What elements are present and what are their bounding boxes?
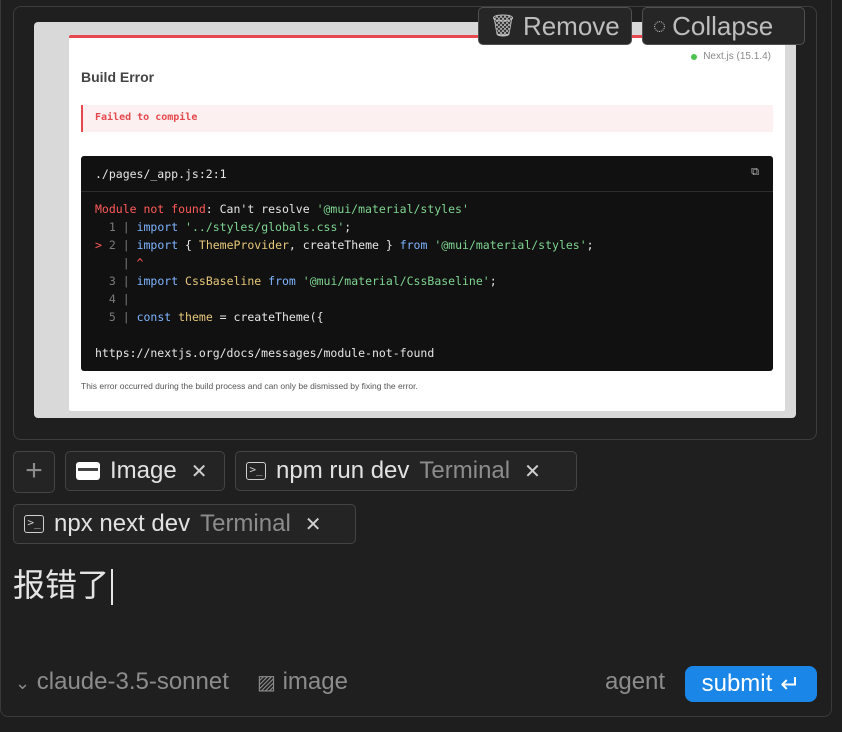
code-line: 3 | import CssBaseline from '@mui/materi… [108, 274, 497, 288]
error-title: Build Error [81, 69, 155, 85]
failed-text: Failed to compile [95, 112, 198, 123]
mode-selector[interactable]: agent [605, 668, 665, 696]
text-caret [111, 569, 114, 605]
chip-label: npm run dev [276, 457, 410, 484]
collapse-label: Collapse [672, 10, 774, 41]
code-line: 1 | import '../styles/globals.css'; [108, 220, 352, 234]
image-icon: ▨ [257, 672, 276, 694]
image-icon [76, 462, 100, 480]
error-module: '@mui/material/styles' [316, 202, 469, 216]
close-icon[interactable]: ✕ [191, 459, 208, 484]
chip-label: npx next dev [54, 510, 191, 537]
close-icon[interactable]: ✕ [524, 459, 541, 484]
collapse-button[interactable]: ◌ Collapse [642, 7, 805, 45]
submit-button[interactable]: submit ↵ [685, 666, 817, 702]
terminal-icon: >_ [246, 462, 266, 480]
code-frame: ./pages/_app.js:2:1 ⧉ Module not found: … [81, 156, 773, 371]
trash-icon: 🗑 [489, 13, 517, 38]
code-line: | ^ [95, 256, 144, 270]
close-icon[interactable]: ✕ [305, 512, 322, 537]
image-attachment-card: Build Error Next.js (15.1.4) Failed to c… [13, 6, 817, 440]
error-message: : Can't resolve [205, 202, 317, 216]
code-line: > 2 | import { ThemeProvider, createThem… [95, 238, 594, 252]
eye-off-icon: ◌ [653, 13, 667, 38]
error-line: Module not found: Can't resolve '@mui/ma… [95, 202, 469, 216]
add-context-button[interactable]: + [13, 451, 55, 493]
model-selector[interactable]: ⌄ claude-3.5-sonnet [15, 668, 229, 696]
image-label: image [282, 668, 348, 695]
message-input[interactable]: 报错了 [13, 560, 114, 606]
image-attach-button[interactable]: ▨ image [257, 668, 348, 696]
code-line: 5 | const theme = createTheme({ [108, 310, 324, 324]
version-text: Next.js (15.1.4) [703, 51, 771, 62]
build-error-page: Build Error Next.js (15.1.4) Failed to c… [69, 35, 785, 411]
message-input-value: 报错了 [13, 566, 110, 604]
context-chip-npm-run-dev[interactable]: >_ npm run dev Terminal ✕ [235, 451, 577, 491]
attached-screenshot: Build Error Next.js (15.1.4) Failed to c… [34, 22, 796, 418]
chip-label: Image [110, 457, 177, 484]
enter-key-icon: ↵ [780, 670, 801, 698]
context-chip-image[interactable]: Image ✕ [65, 451, 225, 491]
chevron-down-icon: ⌄ [15, 673, 31, 693]
failed-banner: Failed to compile [81, 105, 773, 132]
submit-label: submit [701, 670, 773, 697]
docs-link[interactable]: https://nextjs.org/docs/messages/module-… [95, 346, 434, 360]
composer-panel: Build Error Next.js (15.1.4) Failed to c… [0, 0, 832, 717]
file-path: ./pages/_app.js:2:1 [95, 167, 227, 181]
error-kind: Module not found [95, 202, 206, 216]
remove-button[interactable]: 🗑 Remove [478, 7, 632, 45]
version-indicator: Next.js (15.1.4) [691, 51, 771, 62]
terminal-icon: >_ [24, 515, 44, 533]
remove-label: Remove [522, 10, 620, 41]
code-frame-header: ./pages/_app.js:2:1 ⧉ [81, 156, 773, 192]
model-label: claude-3.5-sonnet [36, 668, 229, 695]
code-line: 4 | [108, 292, 130, 306]
chip-type: Terminal [419, 457, 511, 484]
error-footer: This error occurred during the build pro… [81, 381, 418, 391]
chip-type: Terminal [200, 510, 291, 537]
status-dot-icon [691, 53, 698, 60]
context-chip-npx-next-dev[interactable]: >_ npx next dev Terminal ✕ [13, 504, 356, 544]
external-link-icon: ⧉ [751, 165, 759, 178]
